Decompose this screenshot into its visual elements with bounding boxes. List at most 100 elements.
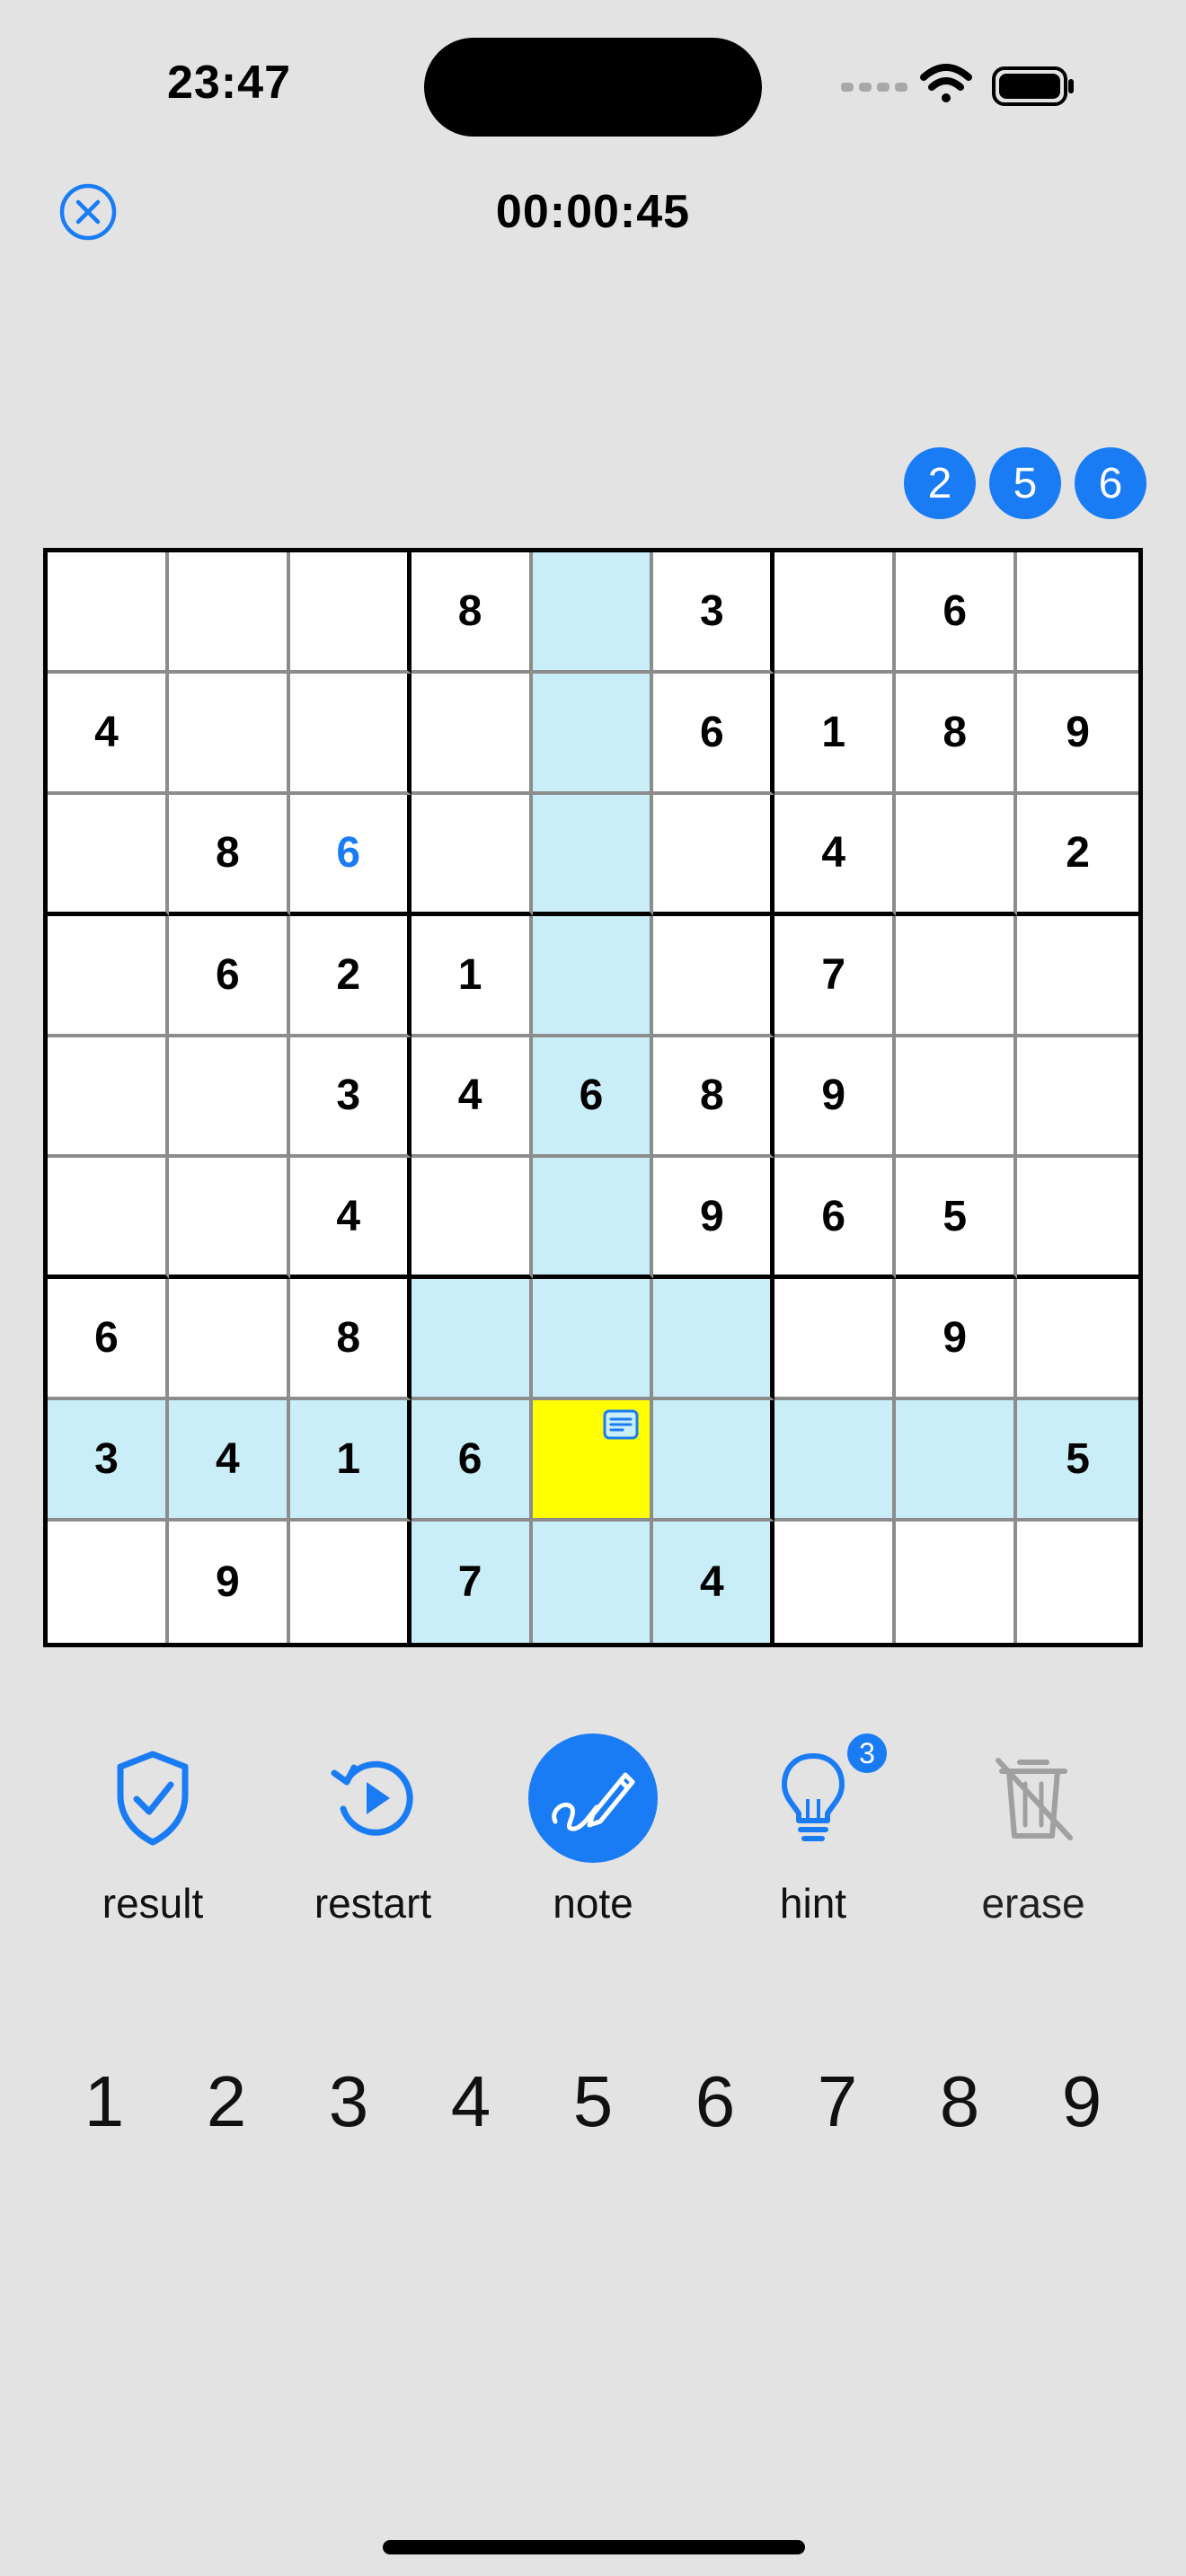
board-cell[interactable] — [532, 673, 654, 795]
candidate-bubble[interactable]: 6 — [1075, 447, 1146, 519]
board-cell[interactable]: 4 — [774, 794, 897, 916]
board-cell[interactable] — [1017, 915, 1138, 1037]
board-cell[interactable]: 6 — [896, 552, 1018, 674]
board-cell[interactable] — [774, 1279, 897, 1401]
board-cell[interactable]: 6 — [411, 1400, 533, 1522]
board-cell[interactable] — [532, 794, 654, 916]
board-cell[interactable]: 6 — [532, 1037, 654, 1159]
board-cell[interactable] — [774, 1400, 897, 1522]
number-key-1[interactable]: 1 — [43, 2057, 165, 2147]
board-cell[interactable] — [653, 915, 775, 1037]
board-cell[interactable] — [289, 673, 412, 795]
board-cell[interactable]: 1 — [289, 1400, 412, 1522]
board-cell[interactable]: 7 — [774, 915, 897, 1037]
board-cell[interactable] — [532, 552, 654, 674]
board-cell[interactable]: 1 — [774, 673, 897, 795]
board-cell[interactable] — [1017, 1037, 1138, 1159]
number-key-7[interactable]: 7 — [776, 2057, 898, 2147]
board-cell[interactable] — [48, 552, 169, 674]
board-cell[interactable]: 2 — [289, 915, 412, 1037]
board-cell[interactable]: 7 — [411, 1522, 533, 1643]
note-button[interactable]: note — [503, 1734, 683, 1931]
board-cell[interactable]: 9 — [1017, 673, 1138, 795]
board-cell[interactable]: 8 — [168, 794, 290, 916]
board-cell[interactable]: 5 — [896, 1158, 1018, 1280]
erase-button[interactable]: erase — [943, 1734, 1123, 1931]
restart-button[interactable]: restart — [283, 1734, 463, 1931]
number-key-2[interactable]: 2 — [165, 2057, 288, 2147]
board-cell[interactable] — [168, 673, 290, 795]
board-cell[interactable] — [896, 1400, 1018, 1522]
board-cell[interactable]: 1 — [411, 915, 533, 1037]
board-cell[interactable]: 6 — [168, 915, 290, 1037]
board-cell[interactable] — [774, 552, 897, 674]
board-cell[interactable] — [774, 1522, 897, 1643]
board-cell[interactable]: 4 — [411, 1037, 533, 1159]
board-cell[interactable]: 9 — [168, 1522, 290, 1643]
hint-button[interactable]: 3 hint — [723, 1730, 903, 1931]
board-cell[interactable]: 4 — [48, 673, 169, 795]
board-cell[interactable] — [532, 1522, 654, 1643]
board-cell[interactable] — [48, 915, 169, 1037]
board-cell[interactable] — [48, 794, 169, 916]
board-cell[interactable]: 4 — [653, 1522, 775, 1643]
candidate-bubble[interactable]: 2 — [904, 447, 976, 519]
board-cell[interactable]: 8 — [411, 552, 533, 674]
note-toggle[interactable] — [528, 1734, 658, 1863]
board-cell[interactable]: 8 — [896, 673, 1018, 795]
board-cell[interactable] — [1017, 552, 1138, 674]
board-cell[interactable]: 8 — [653, 1037, 775, 1159]
candidate-bubble[interactable]: 5 — [989, 447, 1061, 519]
close-button[interactable] — [59, 183, 117, 241]
board-cell[interactable] — [896, 1037, 1018, 1159]
board-cell[interactable] — [411, 673, 533, 795]
board-cell[interactable] — [168, 1158, 290, 1280]
board-cell[interactable]: 8 — [289, 1279, 412, 1401]
board-cell[interactable]: 3 — [48, 1400, 169, 1522]
board-cell[interactable] — [896, 1522, 1018, 1643]
board-cell[interactable] — [1017, 1522, 1138, 1643]
board-cell[interactable]: 4 — [168, 1400, 290, 1522]
board-cell[interactable] — [1017, 1158, 1138, 1280]
board-cell[interactable]: 5 — [1017, 1400, 1138, 1522]
number-key-6[interactable]: 6 — [654, 2057, 776, 2147]
board-cell[interactable] — [48, 1158, 169, 1280]
board-cell[interactable] — [532, 1158, 654, 1280]
board-cell[interactable]: 4 — [289, 1158, 412, 1280]
board-cell[interactable] — [289, 552, 412, 674]
board-cell[interactable] — [411, 1279, 533, 1401]
board-cell[interactable] — [532, 915, 654, 1037]
number-key-9[interactable]: 9 — [1021, 2057, 1143, 2147]
board-cell[interactable]: 9 — [774, 1037, 897, 1159]
board-cell[interactable]: 3 — [289, 1037, 412, 1159]
number-key-8[interactable]: 8 — [898, 2057, 1021, 2147]
board-cell[interactable] — [411, 1158, 533, 1280]
board-cell[interactable]: 6 — [774, 1158, 897, 1280]
board-cell[interactable] — [48, 1522, 169, 1643]
board-cell[interactable] — [653, 1400, 775, 1522]
board-cell[interactable] — [48, 1037, 169, 1159]
board-cell[interactable] — [168, 1279, 290, 1401]
result-button[interactable]: result — [63, 1734, 243, 1931]
board-cell[interactable]: 6 — [48, 1279, 169, 1401]
board-cell[interactable] — [289, 1522, 412, 1643]
number-key-4[interactable]: 4 — [410, 2057, 532, 2147]
board-cell[interactable] — [1017, 1279, 1138, 1401]
number-key-5[interactable]: 5 — [532, 2057, 654, 2147]
board-cell[interactable] — [896, 915, 1018, 1037]
board-cell[interactable] — [411, 794, 533, 916]
board-cell[interactable] — [168, 1037, 290, 1159]
board-cell[interactable] — [532, 1400, 654, 1522]
board-cell[interactable]: 9 — [653, 1158, 775, 1280]
board-cell[interactable] — [653, 794, 775, 916]
number-key-3[interactable]: 3 — [288, 2057, 410, 2147]
board-cell[interactable]: 6 — [289, 794, 412, 916]
board-cell[interactable]: 9 — [896, 1279, 1018, 1401]
board-cell[interactable] — [532, 1279, 654, 1401]
board-cell[interactable]: 6 — [653, 673, 775, 795]
board-cell[interactable] — [653, 1279, 775, 1401]
board-cell[interactable]: 2 — [1017, 794, 1138, 916]
board-cell[interactable]: 3 — [653, 552, 775, 674]
board-cell[interactable] — [896, 794, 1018, 916]
board-cell[interactable] — [168, 552, 290, 674]
